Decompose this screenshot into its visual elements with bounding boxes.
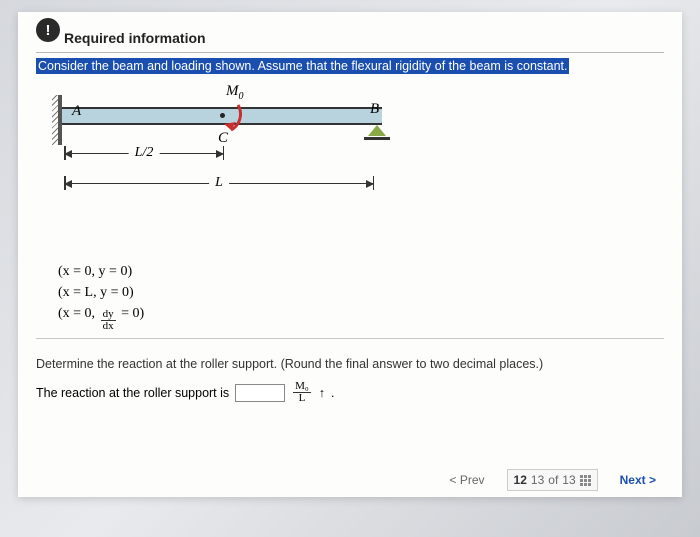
answer-prefix: The reaction at the roller support is (36, 386, 229, 400)
equation-3: (x = 0, dydx = 0) (58, 303, 664, 332)
grid-icon[interactable] (580, 475, 591, 486)
page-indicator[interactable]: 12 13 of 13 (507, 469, 598, 491)
section-title: Required information (64, 30, 664, 46)
label-b: B (370, 101, 379, 118)
label-a: A (72, 103, 81, 120)
navigation-footer: < Prev 12 13 of 13 Next > (442, 469, 664, 491)
divider (36, 338, 664, 339)
direction-arrow-icon: ↑ (319, 386, 325, 400)
answer-row: The reaction at the roller support is M₀… (36, 381, 664, 404)
moment-arrow-icon (198, 90, 248, 140)
info-icon: ! (36, 18, 60, 42)
dimension-l-half: L/2 (64, 153, 224, 154)
boundary-conditions: (x = 0, y = 0) (x = L, y = 0) (x = 0, dy… (58, 261, 664, 332)
prev-button[interactable]: < Prev (442, 469, 493, 491)
beam-diagram: A B C M0 L/2 L (58, 85, 418, 255)
instruction-text: Consider the beam and loading shown. Ass… (36, 58, 569, 74)
roller-support-icon (364, 125, 390, 140)
unit-fraction: M₀ L (293, 381, 311, 404)
question-page: ! Required information Consider the beam… (18, 12, 682, 497)
next-button[interactable]: Next > (612, 469, 664, 491)
dimension-l-full: L (64, 183, 374, 184)
answer-input[interactable] (235, 384, 285, 402)
equation-1: (x = 0, y = 0) (58, 261, 664, 282)
divider (36, 52, 664, 53)
question-prompt: Determine the reaction at the roller sup… (36, 357, 664, 371)
equation-2: (x = L, y = 0) (58, 282, 664, 303)
